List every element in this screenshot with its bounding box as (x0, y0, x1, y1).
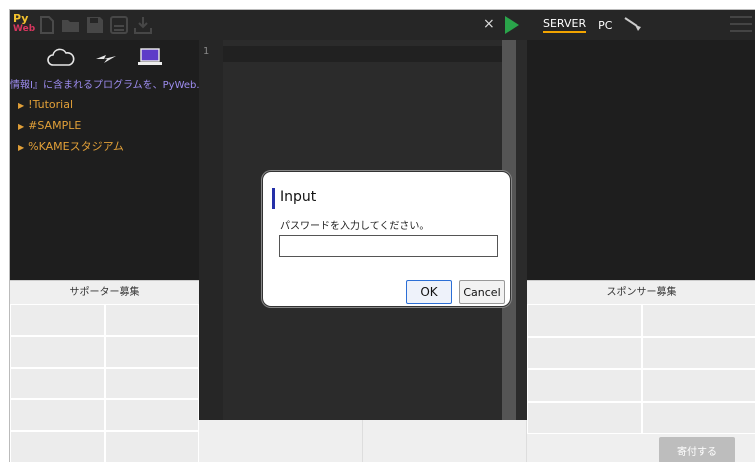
supporter-cell (10, 367, 105, 400)
supporter-cell (10, 304, 105, 336)
sponsor-header: スポンサー募集 (527, 280, 755, 304)
line-number: 1 (203, 46, 210, 57)
donate-button[interactable]: 寄付する (659, 437, 735, 462)
sponsor-cell (641, 369, 755, 402)
tree-item-kame-stadium[interactable]: ▶ %KAMEスタジアム (18, 136, 124, 157)
broom-icon[interactable] (624, 16, 646, 35)
tree-item-label: %KAMEスタジアム (28, 140, 124, 153)
editor-bottom-strip (199, 420, 527, 462)
output-toolbar: SERVER PC (527, 10, 755, 40)
sponsor-cell (527, 304, 642, 337)
sponsor-cell (641, 401, 755, 434)
menu-icon[interactable] (730, 16, 752, 32)
sponsor-cell (641, 304, 755, 337)
tree-item-label: !Tutorial (28, 98, 74, 111)
tab-server[interactable]: SERVER (543, 17, 587, 33)
left-panel: Py Web 情報Ⅰ』に含まれるプログラムを、PyWeb. ▶ !Tutoria… (10, 10, 199, 462)
pyweb-logo: Py Web (13, 12, 36, 36)
tree-item-tutorial[interactable]: ▶ !Tutorial (18, 94, 124, 115)
supporter-cell (104, 431, 199, 462)
logo-top-text: Py (13, 12, 29, 25)
run-icon[interactable] (505, 16, 519, 34)
logo-bottom-text: Web (13, 24, 36, 34)
new-file-icon[interactable] (37, 15, 57, 35)
dialog-title: Input (280, 189, 317, 205)
download-icon[interactable] (133, 15, 153, 35)
storage-selector (10, 44, 199, 74)
program-tree: ▶ !Tutorial ▶ #SAMPLE ▶ %KAMEスタジアム (18, 94, 124, 157)
sidebar-hint-text: 情報Ⅰ』に含まれるプログラムを、PyWeb. (10, 80, 199, 91)
file-toolbar: Py Web (10, 10, 199, 40)
tab-pc[interactable]: PC (598, 19, 612, 32)
ok-button[interactable]: OK (406, 280, 452, 304)
cancel-button[interactable]: Cancel (459, 280, 505, 304)
sponsor-cell (527, 369, 642, 402)
supporter-cell (104, 304, 199, 336)
expand-arrow-icon: ▶ (18, 101, 25, 110)
supporter-header: サポーター募集 (10, 280, 199, 304)
sponsor-grid (527, 304, 755, 434)
supporter-grid (10, 304, 199, 462)
supporter-cell (10, 399, 105, 432)
editor-toolbar: × (199, 10, 527, 40)
close-icon[interactable]: × (483, 16, 495, 32)
tree-item-label: #SAMPLE (28, 119, 82, 132)
dialog-message: パスワードを入力してください。 (280, 221, 430, 232)
line-gutter: 1 (199, 40, 223, 420)
expand-arrow-icon: ▶ (18, 143, 25, 152)
connect-icon[interactable] (94, 49, 118, 69)
sponsor-cell (527, 401, 642, 434)
cloud-icon[interactable] (46, 47, 76, 71)
supporter-cell (104, 367, 199, 400)
laptop-icon[interactable] (136, 47, 164, 71)
supporter-cell (10, 335, 105, 368)
right-panel: SERVER PC スポンサー募集 寄付する (527, 10, 755, 462)
password-input[interactable] (279, 235, 498, 257)
input-dialog: Input パスワードを入力してください。 OK Cancel (262, 171, 511, 307)
supporter-cell (104, 399, 199, 432)
expand-arrow-icon: ▶ (18, 122, 25, 131)
sponsor-cell (527, 336, 642, 369)
tree-item-sample[interactable]: ▶ #SAMPLE (18, 115, 124, 136)
editor-text-area[interactable] (223, 46, 503, 62)
bottom-cell (199, 420, 363, 462)
bottom-cell (363, 420, 527, 462)
dialog-accent-bar (272, 188, 275, 209)
save-as-icon[interactable] (109, 15, 129, 35)
sponsor-cell (641, 336, 755, 369)
supporter-cell (104, 335, 199, 368)
save-icon[interactable] (85, 15, 105, 35)
open-folder-icon[interactable] (61, 15, 81, 35)
supporter-cell (10, 431, 105, 462)
